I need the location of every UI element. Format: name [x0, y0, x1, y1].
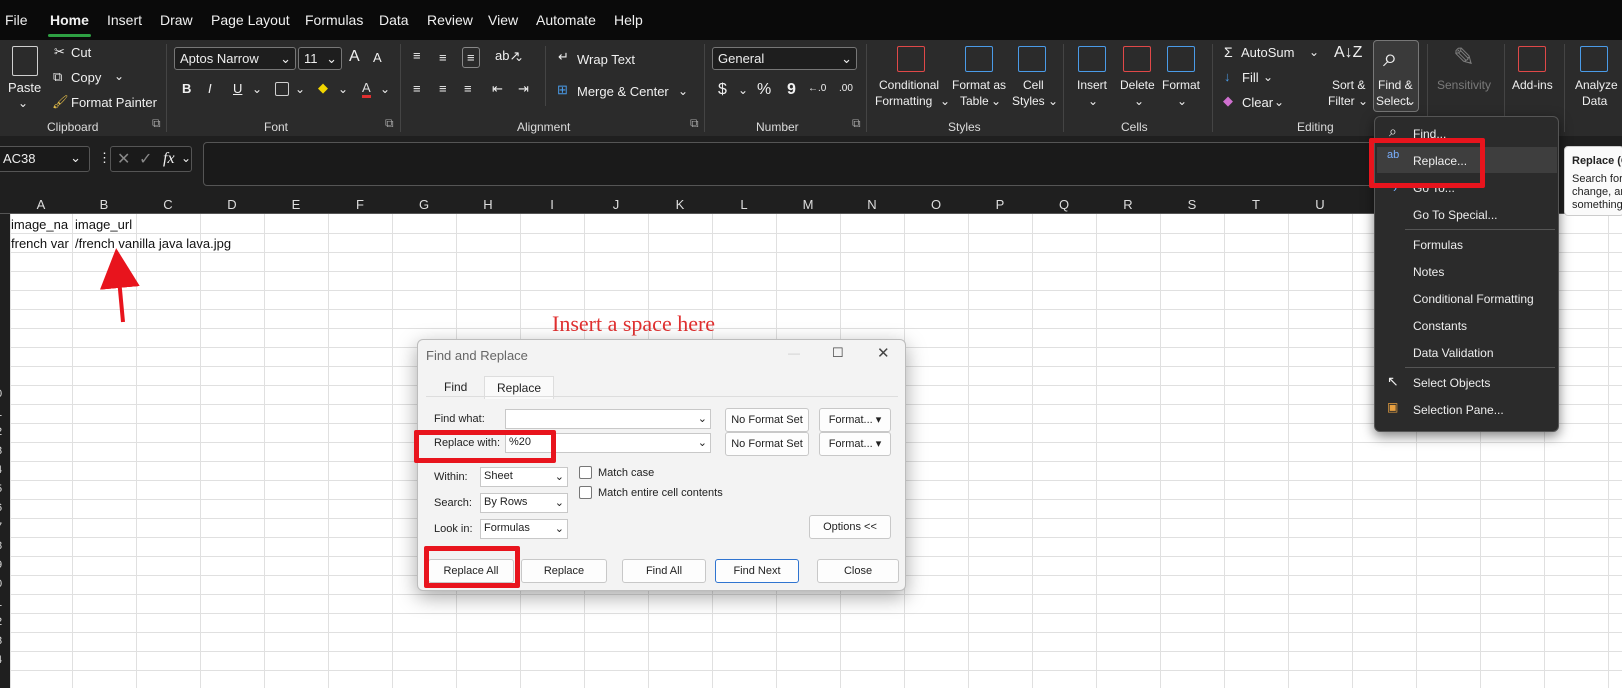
close-icon[interactable]: ✕	[877, 344, 890, 362]
annotation-text: Insert a space here	[552, 311, 716, 336]
search-label: Search:	[434, 497, 472, 509]
menu-item-notes[interactable]: Notes	[1413, 265, 1444, 279]
menu-item-selection-pane[interactable]: Selection Pane...	[1413, 403, 1504, 417]
replace-button[interactable]: Replace	[521, 559, 607, 583]
match-case-checkbox[interactable]	[579, 466, 592, 479]
look-in-select[interactable]: Formulas ⌄	[480, 519, 568, 539]
close-button[interactable]: Close	[817, 559, 899, 583]
tab-find[interactable]: Find	[444, 380, 467, 394]
find-what-input[interactable]: ⌄	[505, 409, 711, 429]
replace-tooltip: Replace (C Search for change, ar somethi…	[1564, 146, 1622, 216]
menu-item-data-validation[interactable]: Data Validation	[1413, 346, 1494, 360]
find-what-label: Find what:	[434, 413, 485, 425]
find-no-format-button[interactable]: No Format Set	[725, 408, 809, 432]
within-label: Within:	[434, 471, 468, 483]
match-case-label: Match case	[598, 467, 655, 479]
menu-item-goto-special[interactable]: Go To Special...	[1413, 208, 1498, 222]
look-in-label: Look in:	[434, 523, 473, 535]
maximize-icon[interactable]: ☐	[832, 345, 844, 361]
cursor-icon: ↖	[1387, 373, 1399, 389]
highlight-replace-with	[414, 430, 556, 463]
find-next-button[interactable]: Find Next	[715, 559, 799, 583]
minimize-icon: —	[788, 346, 800, 360]
highlight-replace-all	[424, 546, 520, 588]
replace-no-format-button[interactable]: No Format Set	[725, 432, 809, 456]
match-entire-label: Match entire cell contents	[598, 487, 723, 499]
menu-item-constants[interactable]: Constants	[1413, 319, 1467, 333]
within-select[interactable]: Sheet ⌄	[480, 467, 568, 487]
options-button[interactable]: Options <<	[809, 515, 891, 539]
dialog-title: Find and Replace	[426, 348, 528, 363]
find-all-button[interactable]: Find All	[622, 559, 706, 583]
search-select[interactable]: By Rows ⌄	[480, 493, 568, 513]
match-entire-checkbox[interactable]	[579, 486, 592, 499]
menu-item-conditional-formatting[interactable]: Conditional Formatting	[1413, 292, 1534, 306]
replace-format-button[interactable]: Format... ▾	[819, 432, 891, 456]
menu-item-select-objects[interactable]: Select Objects	[1413, 376, 1490, 390]
find-format-button[interactable]: Format... ▾	[819, 408, 891, 432]
menu-item-formulas[interactable]: Formulas	[1413, 238, 1463, 252]
highlight-replace-menu	[1369, 138, 1485, 188]
selection-pane-icon: ▣	[1387, 400, 1399, 414]
